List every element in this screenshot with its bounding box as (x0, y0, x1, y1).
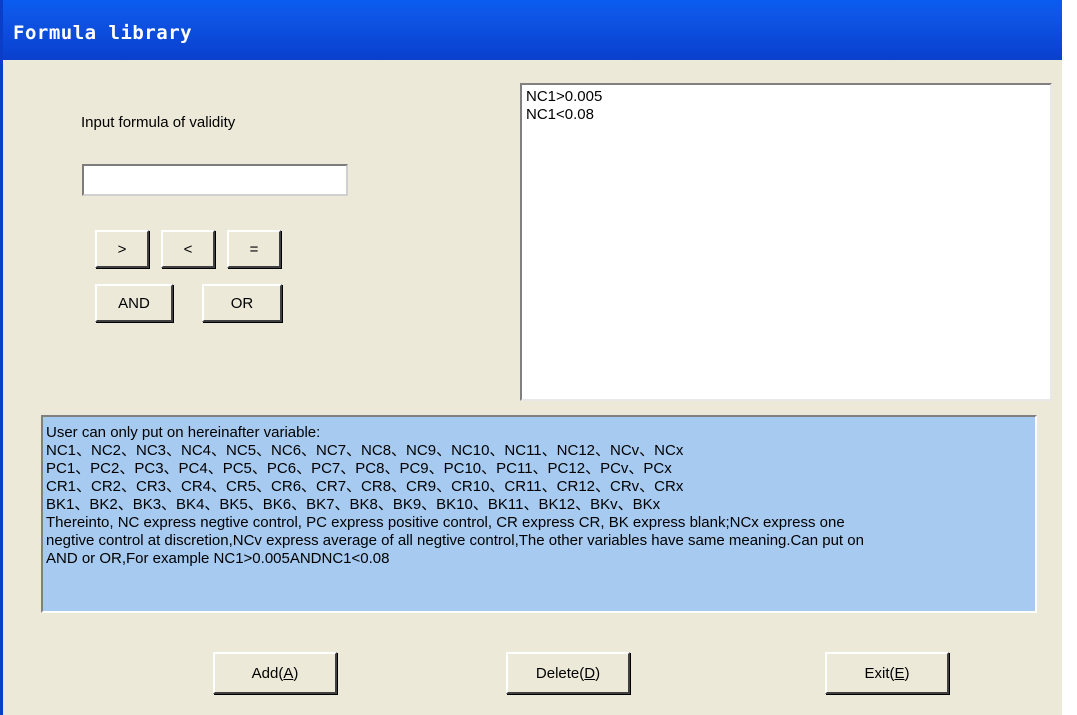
variable-help-text: User can only put on hereinafter variabl… (41, 415, 1037, 613)
help-line: PC1、PC2、PC3、PC4、PC5、PC6、PC7、PC8、PC9、PC10… (46, 460, 672, 477)
help-line: AND or OR,For example NC1>0.005ANDNC1<0.… (46, 550, 390, 567)
list-item[interactable]: NC1>0.005 (526, 88, 1046, 106)
formula-list[interactable]: NC1>0.005 NC1<0.08 (520, 83, 1052, 401)
help-line: negtive control at discretion,NCv expres… (46, 532, 864, 549)
help-line: Thereinto, NC express negtive control, P… (46, 514, 845, 531)
formula-input-label: Input formula of validity (81, 114, 236, 131)
exit-button[interactable]: Exit (E) (825, 652, 949, 694)
exit-button-paren-close: ) (904, 664, 910, 682)
exit-button-label: Exit (864, 664, 890, 682)
help-line: CR1、CR2、CR3、CR4、CR5、CR6、CR7、CR8、CR9、CR10… (46, 478, 684, 495)
less-than-button[interactable]: < (161, 230, 215, 268)
list-item[interactable]: NC1<0.08 (526, 106, 1046, 124)
and-button[interactable]: AND (95, 284, 173, 322)
formula-input[interactable] (82, 164, 348, 196)
add-button-label: Add (251, 664, 279, 682)
delete-button-label: Delete (535, 664, 580, 682)
delete-button-paren-close: ) (595, 664, 601, 682)
add-button[interactable]: Add (A) (213, 652, 337, 694)
title-bar[interactable]: Formula library (3, 0, 1062, 60)
help-line: BK1、BK2、BK3、BK4、BK5、BK6、BK7、BK8、BK9、BK10… (46, 496, 661, 513)
add-button-paren-close: ) (293, 664, 299, 682)
delete-button[interactable]: Delete (D) (506, 652, 630, 694)
or-button[interactable]: OR (202, 284, 282, 322)
window-title: Formula library (13, 22, 193, 44)
formula-library-window: Formula library Input formula of validit… (0, 0, 1062, 715)
greater-than-button[interactable]: > (95, 230, 149, 268)
help-line: NC1、NC2、NC3、NC4、NC5、NC6、NC7、NC8、NC9、NC10… (46, 442, 684, 459)
equals-button[interactable]: = (227, 230, 281, 268)
help-line: User can only put on hereinafter variabl… (46, 424, 321, 441)
exit-button-hotkey: E (894, 664, 905, 682)
add-button-hotkey: A (283, 664, 294, 682)
delete-button-hotkey: D (584, 664, 596, 682)
